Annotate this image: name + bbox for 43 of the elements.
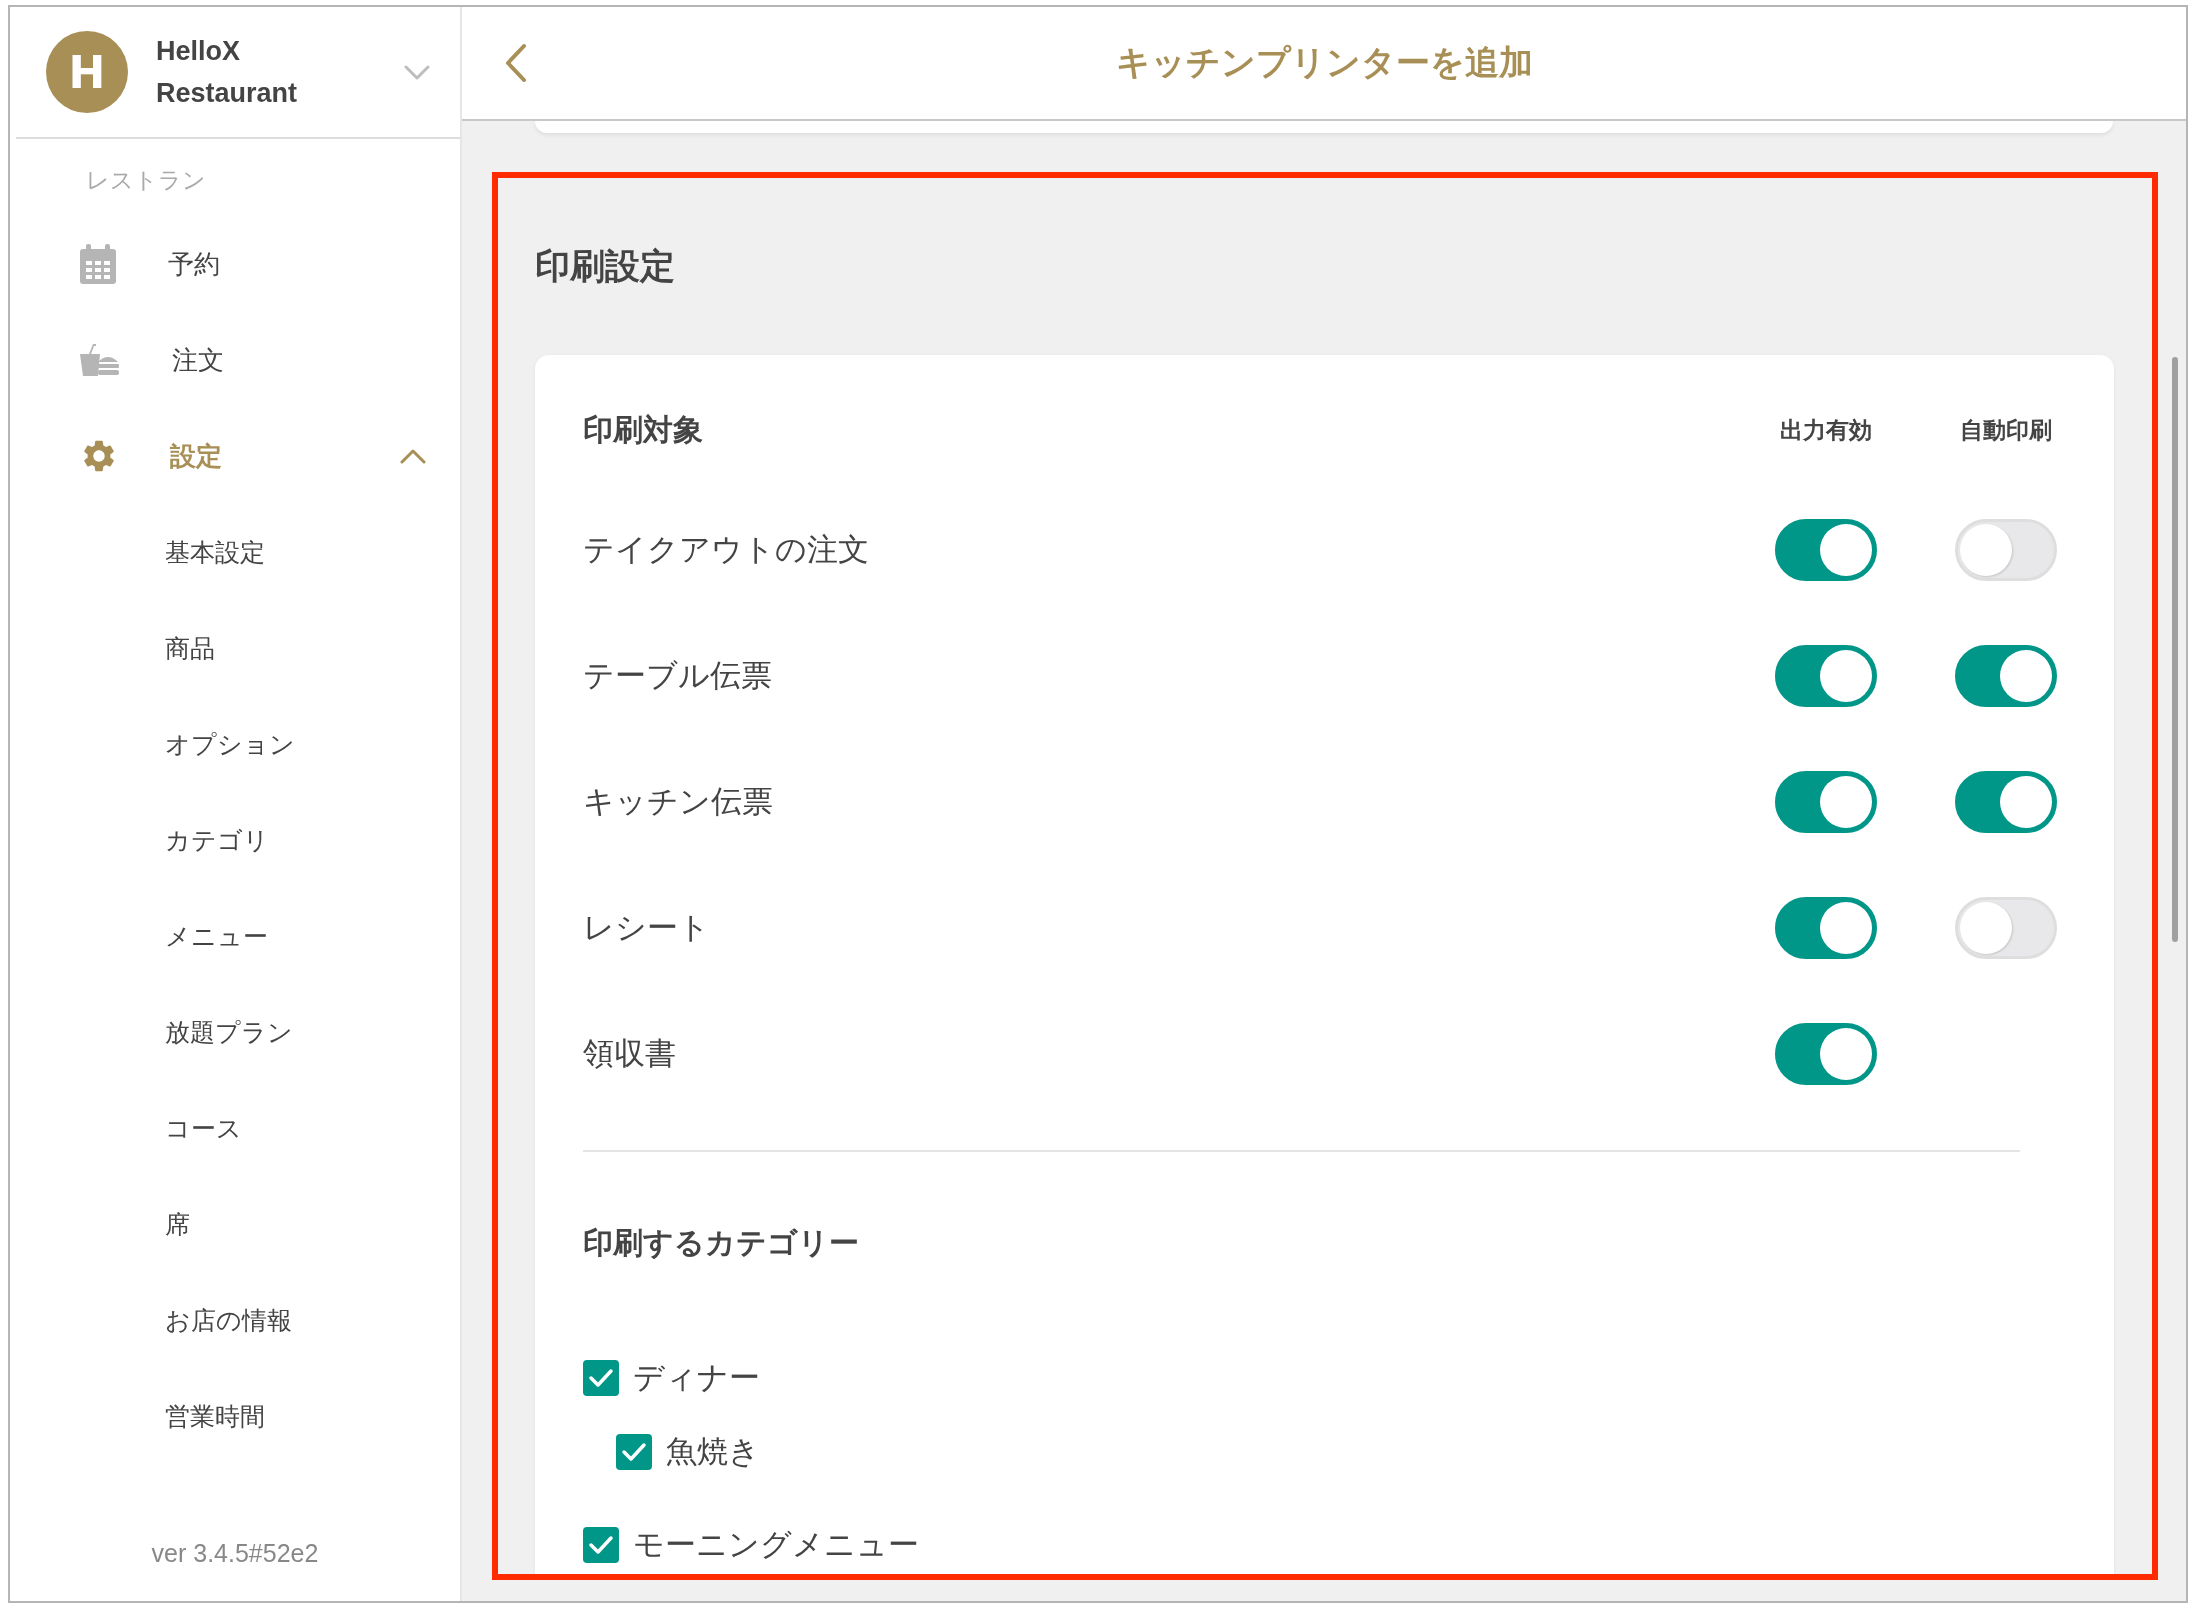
nav-subitem[interactable]: 基本設定: [10, 504, 460, 600]
row-label: 領収書: [583, 1034, 677, 1073]
checkbox[interactable]: [583, 1527, 619, 1563]
subsection-title: 印刷するカテゴリー: [583, 1223, 859, 1262]
nav-subitem[interactable]: 営業時間: [10, 1368, 460, 1464]
restaurant-avatar: H: [46, 31, 128, 113]
page-title: キッチンプリンターを追加: [1115, 41, 1533, 84]
subsection-title: 印刷対象: [583, 410, 704, 449]
check-icon: [621, 1442, 647, 1462]
row-label: キッチン伝票: [583, 782, 774, 821]
chevron-up-icon: [400, 448, 426, 464]
nav-subitem[interactable]: オプション: [10, 696, 460, 792]
scrollbar[interactable]: [2172, 357, 2178, 942]
nav-subitem[interactable]: 商品: [10, 600, 460, 696]
row-label: テーブル伝票: [583, 656, 773, 695]
chevron-left-icon: [505, 43, 527, 83]
row-label: テイクアウトの注文: [583, 530, 870, 569]
version-label: ver 3.4.5#52e2: [150, 1538, 320, 1569]
nav-item[interactable]: 注文: [10, 312, 460, 408]
category-label: モーニングメニュー: [633, 1525, 919, 1564]
restaurant-name: Restaurant: [156, 77, 299, 110]
check-icon: [588, 1535, 614, 1555]
row-label: レシート: [583, 908, 711, 947]
restaurant-name: HelloX: [156, 35, 242, 68]
food-icon: [80, 344, 120, 376]
nav-subitem[interactable]: 席: [10, 1176, 460, 1272]
calendar-icon: [80, 244, 116, 284]
nav-subitem[interactable]: コース: [10, 1080, 460, 1176]
check-icon: [588, 1368, 614, 1388]
nav-subitem[interactable]: 放題プラン: [10, 984, 460, 1080]
nav-item[interactable]: 予約: [10, 216, 460, 312]
nav-subitem[interactable]: お店の情報: [10, 1272, 460, 1368]
checkbox[interactable]: [583, 1360, 619, 1396]
column-header: 自動印刷: [1959, 415, 2053, 445]
chevron-down-icon: [404, 64, 430, 80]
checkbox[interactable]: [616, 1434, 652, 1470]
category-label: 魚焼き: [666, 1432, 760, 1471]
section-label: レストラン: [85, 166, 207, 195]
nav-subitem[interactable]: カテゴリ: [10, 792, 460, 888]
section-title: 印刷設定: [535, 245, 676, 288]
column-header: 出力有効: [1779, 415, 1873, 445]
nav-subitem[interactable]: メニュー: [10, 888, 460, 984]
category-label: ディナー: [633, 1358, 760, 1397]
